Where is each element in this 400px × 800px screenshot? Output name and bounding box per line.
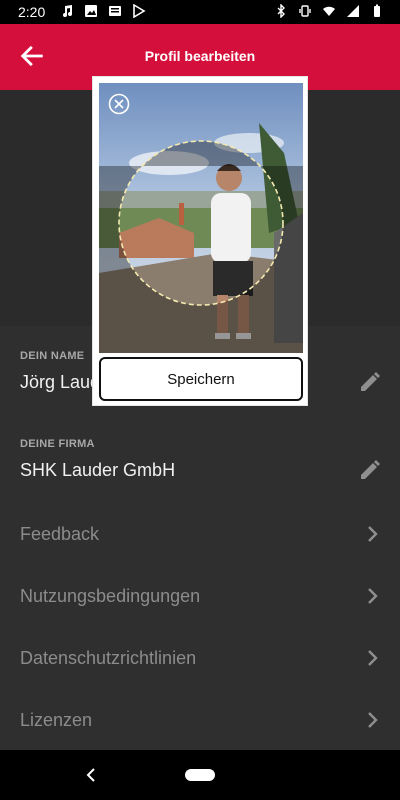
wifi-icon	[323, 6, 335, 16]
chevron-right-icon	[368, 526, 378, 542]
status-right-icons	[274, 4, 384, 18]
status-bar: 2:20	[0, 0, 400, 24]
system-nav-bar	[0, 750, 400, 800]
nav-back-icon[interactable]	[84, 767, 98, 783]
chevron-right-icon	[368, 650, 378, 666]
edit-company-icon[interactable]	[358, 458, 382, 482]
company-label: DEINE FIRMA	[20, 438, 95, 450]
play-store-icon	[133, 4, 146, 18]
signal-icon	[347, 5, 359, 17]
chevron-right-icon	[368, 588, 378, 604]
nav-home-pill[interactable]	[185, 769, 215, 781]
company-value: SHK Lauder GmbH	[20, 460, 176, 480]
status-time: 2:20	[18, 4, 46, 20]
company-field: DEINE FIRMA SHK Lauder GmbH	[0, 434, 400, 490]
vibrate-icon	[299, 5, 311, 17]
battery-icon	[374, 4, 380, 17]
menu-item-licenses[interactable]: Lizenzen	[0, 694, 400, 750]
music-icon	[63, 5, 72, 17]
crop-dialog: Speichern	[92, 76, 308, 406]
menu-item-label: Lizenzen	[20, 710, 93, 730]
profile-photo	[99, 83, 303, 353]
name-label: DEIN NAME	[20, 350, 85, 362]
status-left-icons	[60, 4, 146, 18]
page-title: Profil bearbeiten	[144, 48, 256, 64]
bluetooth-icon	[277, 4, 285, 18]
menu-item-label: Feedback	[20, 524, 100, 544]
news-icon	[109, 6, 121, 16]
menu-item-privacy[interactable]: Datenschutzrichtlinien	[0, 632, 400, 688]
save-button[interactable]: Speichern	[99, 357, 303, 401]
profile-photo-crop[interactable]	[99, 83, 303, 353]
edit-name-icon[interactable]	[358, 370, 382, 394]
menu-item-label: Datenschutzrichtlinien	[20, 648, 197, 668]
close-icon[interactable]	[108, 93, 130, 115]
chevron-right-icon	[368, 712, 378, 728]
image-icon	[85, 5, 97, 17]
menu-item-terms[interactable]: Nutzungsbedingungen	[0, 570, 400, 626]
menu-item-label: Nutzungsbedingungen	[20, 586, 201, 606]
menu-item-feedback[interactable]: Feedback	[0, 508, 400, 564]
